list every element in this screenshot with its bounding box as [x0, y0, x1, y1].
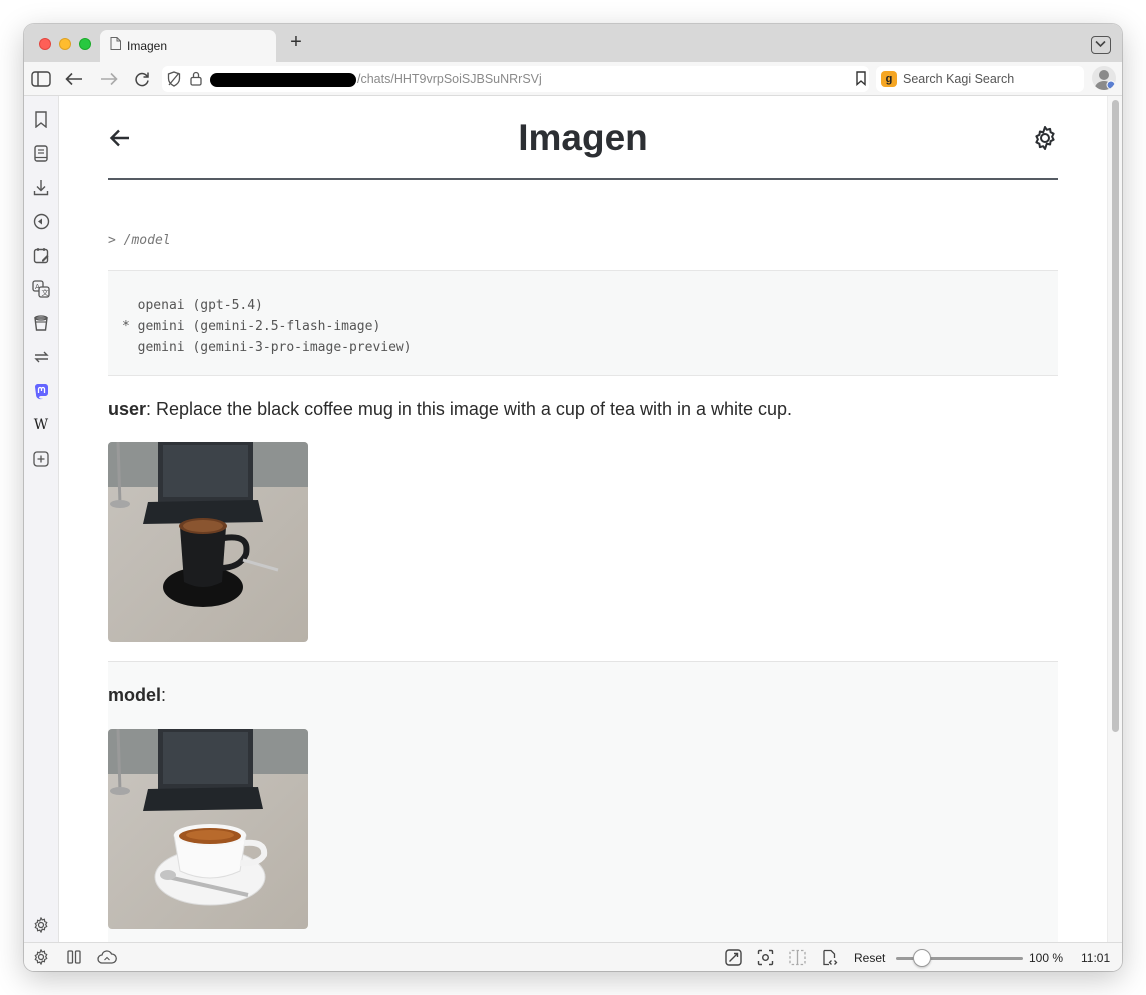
split-view-icon[interactable] [788, 948, 806, 966]
sidebar-panel: A文 W [24, 96, 59, 942]
tab-imagen[interactable]: Imagen [100, 30, 276, 62]
status-bar: Reset 100 % 11:01 [24, 942, 1122, 971]
translate-icon[interactable]: A文 [31, 279, 51, 299]
model-command: > /model [108, 233, 171, 248]
status-settings-icon[interactable] [32, 948, 50, 966]
search-placeholder: Search Kagi Search [903, 72, 1015, 86]
downloads-icon[interactable] [31, 177, 51, 197]
zoom-reset-button[interactable]: Reset [854, 951, 885, 965]
notes-icon[interactable] [31, 245, 51, 265]
browser-window: Imagen + /chats/HHT9vrpSoiSJBSuNRrSVj g … [24, 24, 1122, 971]
address-bar[interactable]: /chats/HHT9vrpSoiSJBSuNRrSVj [162, 66, 869, 92]
model-label: model [108, 685, 162, 705]
image-toggle-icon[interactable] [724, 948, 742, 966]
vertical-scrollbar[interactable] [1107, 96, 1122, 942]
kagi-logo-icon: g [881, 71, 897, 87]
bookmark-icon[interactable] [855, 71, 867, 91]
back-icon[interactable] [64, 69, 84, 89]
user-label: user [108, 399, 147, 419]
page-title: Imagen [518, 117, 648, 158]
tracker-blocker-icon[interactable] [167, 71, 181, 92]
scrollbar-thumb[interactable] [1112, 100, 1119, 732]
zoom-window-button[interactable] [79, 38, 91, 50]
close-window-button[interactable] [39, 38, 51, 50]
models-output: openai (gpt-5.4) * gemini (gemini-2.5-fl… [108, 270, 1058, 376]
zoom-slider-knob[interactable] [913, 949, 931, 967]
tab-title: Imagen [127, 39, 168, 53]
svg-text:A: A [35, 283, 40, 291]
web-content: Imagen > /model openai (gpt-5.4) * gemin… [60, 96, 1107, 942]
model-image-tea[interactable] [108, 729, 308, 929]
models-list: openai (gpt-5.4) * gemini (gemini-2.5-fl… [122, 298, 412, 355]
search-field[interactable]: g Search Kagi Search [876, 66, 1084, 92]
user-message: user: Replace the black coffee mug in th… [108, 399, 792, 420]
sidebar-toggle-icon[interactable] [31, 69, 51, 89]
lock-icon [190, 71, 202, 91]
model-message: model: [108, 685, 166, 706]
settings-gear-icon[interactable] [1032, 125, 1058, 151]
tab-overview-button[interactable] [1091, 36, 1111, 54]
page-actions-icon[interactable] [820, 948, 838, 966]
url-path: /chats/HHT9vrpSoiSJBSuNRrSVj [357, 72, 542, 86]
forward-icon[interactable] [99, 69, 119, 89]
cloud-sync-icon[interactable] [96, 948, 118, 966]
capture-icon[interactable] [756, 948, 774, 966]
panel-settings-icon[interactable] [31, 915, 51, 935]
user-message-text: : Replace the black coffee mug in this i… [146, 399, 793, 419]
chat-page: Imagen > /model openai (gpt-5.4) * gemin… [108, 96, 1058, 942]
redacted-domain [210, 73, 356, 87]
sync-icon[interactable] [31, 347, 51, 367]
tile-layout-icon[interactable] [65, 948, 83, 966]
page-header: Imagen [108, 96, 1058, 180]
profile-avatar[interactable] [1092, 66, 1116, 90]
page-icon [110, 37, 121, 55]
new-tab-button[interactable]: + [286, 32, 306, 53]
toolbar: /chats/HHT9vrpSoiSJBSuNRrSVj g Search Ka… [24, 62, 1122, 96]
zoom-value: 100 % [1029, 951, 1064, 965]
model-response: model: [108, 661, 1058, 942]
chevron-down-icon [1095, 40, 1106, 48]
svg-text:文: 文 [42, 288, 49, 297]
add-panel-icon[interactable] [31, 449, 51, 469]
model-colon: : [161, 685, 167, 705]
reload-icon[interactable] [132, 69, 152, 89]
clock: 11:01 [1081, 951, 1111, 965]
mastodon-icon[interactable] [31, 381, 51, 401]
reading-list-icon[interactable] [31, 143, 51, 163]
wikipedia-icon[interactable]: W [31, 415, 51, 435]
reader-icon[interactable] [31, 313, 51, 333]
minimize-window-button[interactable] [59, 38, 71, 50]
history-icon[interactable] [31, 211, 51, 231]
tab-bar: Imagen + [24, 24, 1122, 62]
bookmarks-icon[interactable] [31, 109, 51, 129]
user-image-coffee[interactable] [108, 442, 308, 642]
